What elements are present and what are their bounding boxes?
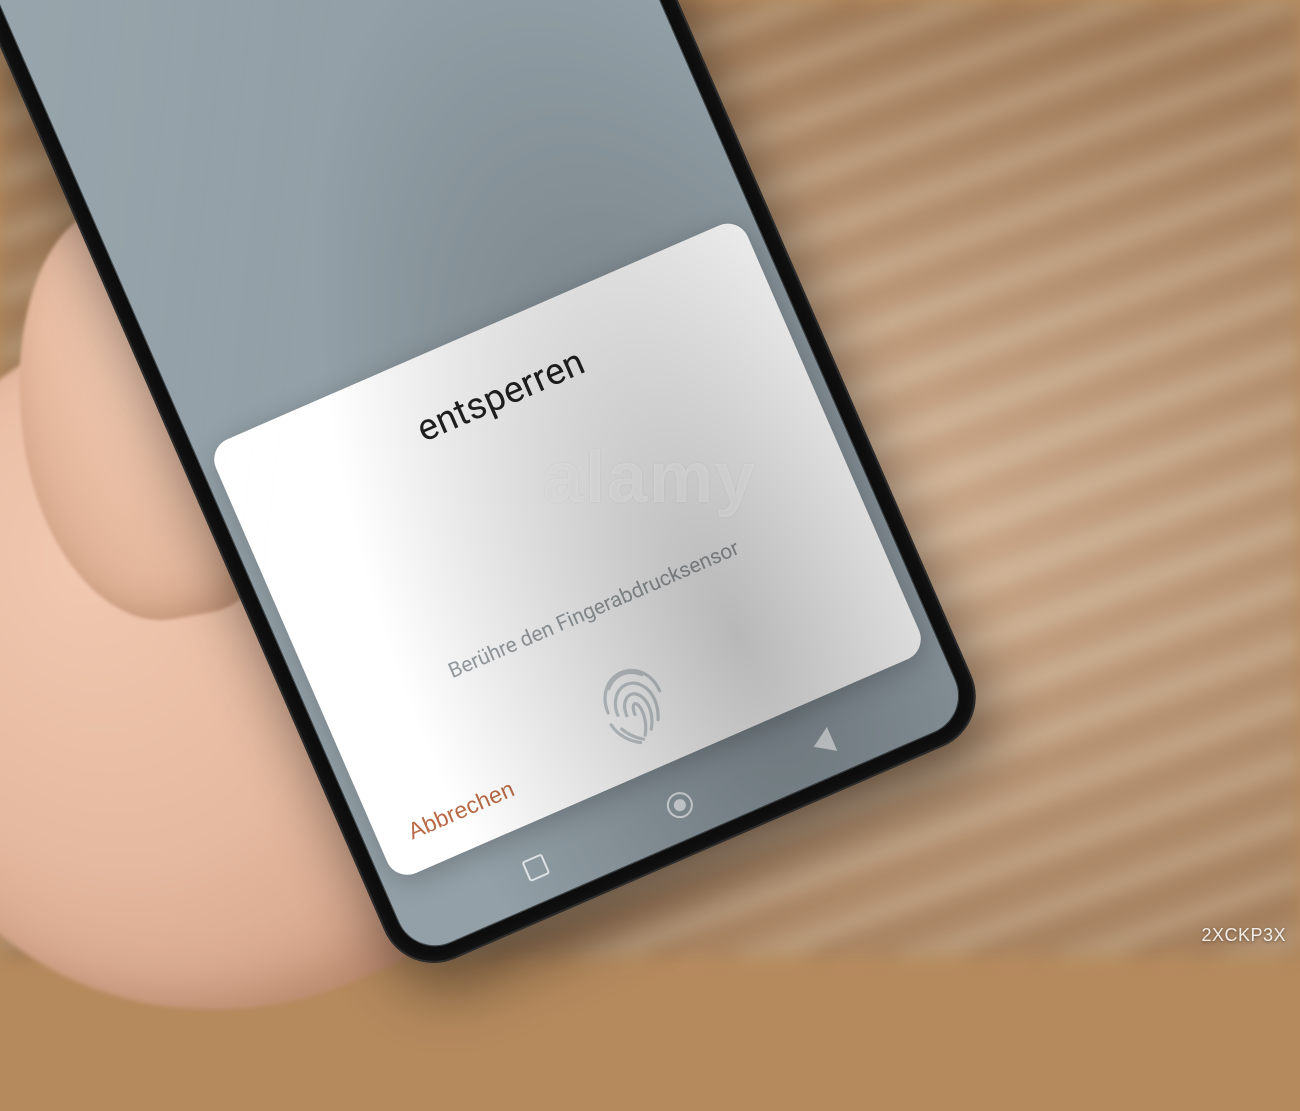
home-icon[interactable] — [663, 788, 697, 822]
stock-image-id: 2XCKP3X — [1201, 925, 1286, 946]
dialog-title: entsperren — [411, 341, 592, 452]
back-icon[interactable] — [809, 727, 838, 759]
fingerprint-icon[interactable] — [567, 632, 699, 764]
recent-apps-icon[interactable] — [521, 853, 550, 882]
cancel-button[interactable]: Abbrechen — [401, 771, 522, 850]
